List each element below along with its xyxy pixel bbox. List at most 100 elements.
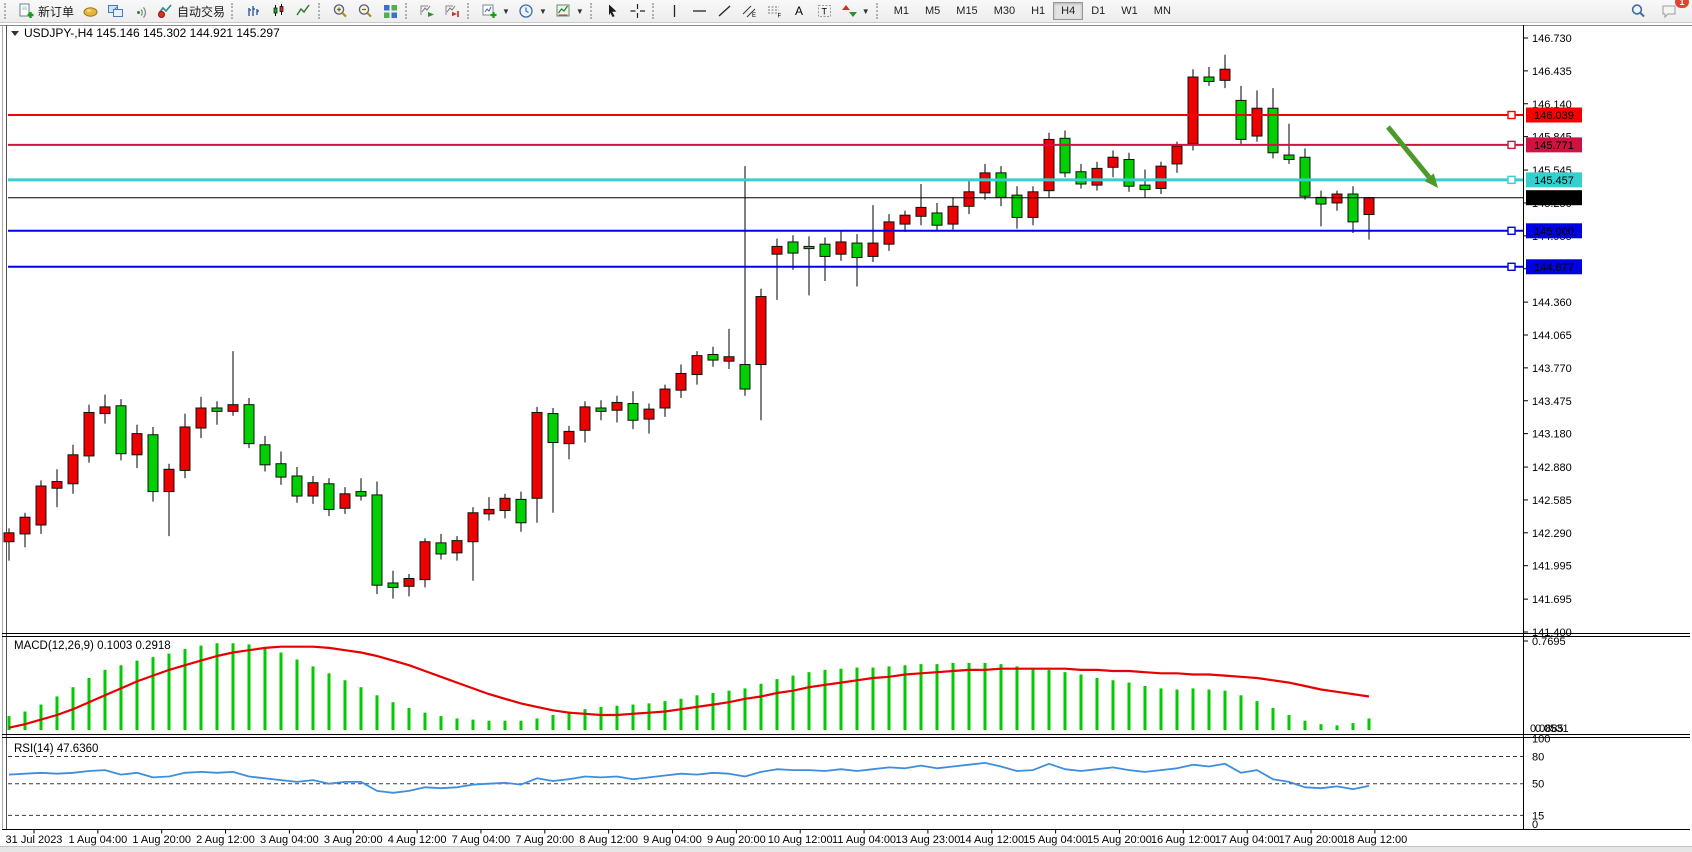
candle-up <box>20 517 30 534</box>
equidistant-channel-button[interactable]: E <box>737 1 762 21</box>
time-tick-label: 13 Aug 23:00 <box>895 834 960 846</box>
templates-button[interactable]: ▼ <box>551 1 588 21</box>
chart-shift-button[interactable] <box>440 1 465 21</box>
zoom-in-button[interactable] <box>328 1 353 21</box>
candle-down <box>1076 172 1086 184</box>
time-tick-label: 31 Jul 2023 <box>6 834 63 846</box>
candle-down <box>148 435 158 492</box>
line-handle[interactable] <box>1508 227 1515 234</box>
signal-icon <box>132 3 149 19</box>
candle-down <box>788 242 798 253</box>
candle-up <box>1220 69 1230 80</box>
vertical-line-button[interactable] <box>662 1 687 21</box>
cursor-button[interactable] <box>600 1 625 21</box>
horizontal-line-button[interactable] <box>687 1 712 21</box>
svg-text:145.457: 145.457 <box>1534 175 1574 187</box>
candle-down <box>372 495 382 585</box>
signal-button[interactable] <box>128 1 153 21</box>
fibonacci-button[interactable]: F <box>762 1 787 21</box>
zoom-in-icon <box>332 3 349 19</box>
candle-up <box>1108 157 1118 167</box>
line-handle[interactable] <box>1508 176 1515 183</box>
symbol-header[interactable]: USDJPY-,H4 145.146 145.302 144.921 145.2… <box>11 26 280 40</box>
text-label-icon: T <box>816 3 833 19</box>
timeframe-m1-button[interactable]: M1 <box>886 2 917 20</box>
periods-button[interactable]: ▼ <box>514 1 551 21</box>
candle-up <box>308 483 318 496</box>
candle-down <box>356 492 366 496</box>
text-button[interactable]: A <box>787 1 812 21</box>
candle-down <box>1204 77 1214 81</box>
svg-text:145.000: 145.000 <box>1534 226 1574 238</box>
time-tick-label: 2 Aug 12:00 <box>196 834 255 846</box>
zoom-out-button[interactable] <box>353 1 378 21</box>
search-button[interactable] <box>1626 1 1651 21</box>
candle-up <box>532 412 542 498</box>
candle-up <box>1092 168 1102 185</box>
chevron-down-icon: ▼ <box>539 7 547 16</box>
candle-down <box>1060 138 1070 173</box>
candle-up <box>612 402 622 410</box>
candle-down <box>996 173 1006 198</box>
rsi-label: RSI(14) 47.6360 <box>14 743 98 755</box>
bar-chart-button[interactable] <box>241 1 266 21</box>
time-tick-label: 3 Aug 20:00 <box>324 834 383 846</box>
line-chart-button[interactable] <box>291 1 316 21</box>
candle-up <box>100 407 110 414</box>
price-badge-145.771: 145.771 <box>1526 137 1582 152</box>
line-handle[interactable] <box>1508 263 1515 270</box>
arrows-button[interactable]: ▼ <box>837 1 874 21</box>
timeframe-d1-button[interactable]: D1 <box>1083 2 1113 20</box>
new-order-icon <box>18 3 35 19</box>
equidistant-channel-icon: E <box>741 3 758 19</box>
tile-windows-icon <box>382 3 399 19</box>
candle-down <box>1348 194 1358 222</box>
timeframe-m15-button[interactable]: M15 <box>948 2 985 20</box>
candle-up <box>580 407 590 430</box>
price-tick-label: 144.360 <box>1532 297 1572 309</box>
candle-down <box>596 408 606 411</box>
new-chart-button[interactable]: ▼ <box>477 1 514 21</box>
tile-windows-button[interactable] <box>378 1 403 21</box>
new-chart-icon <box>481 3 498 19</box>
line-handle[interactable] <box>1508 112 1515 119</box>
terminal-screens-button[interactable] <box>103 1 128 21</box>
new-order-button[interactable]: 新订单 <box>14 1 78 21</box>
auto-trading-button[interactable]: 自动交易 <box>153 1 229 21</box>
price-tick-label: 143.180 <box>1532 429 1572 441</box>
timeframe-m5-button[interactable]: M5 <box>917 2 948 20</box>
price-tick-label: 146.730 <box>1532 33 1572 45</box>
trendline-icon <box>716 3 733 19</box>
timeframe-h1-button[interactable]: H1 <box>1023 2 1053 20</box>
candle-up <box>4 533 14 542</box>
candle-down <box>1124 159 1134 186</box>
crosshair-button[interactable] <box>625 1 650 21</box>
arrows-icon <box>841 3 858 19</box>
svg-text:145.297: 145.297 <box>1534 193 1574 205</box>
price-badge-145.297: 145.297 <box>1526 190 1582 205</box>
svg-text:A: A <box>795 4 803 18</box>
auto-scroll-button[interactable] <box>415 1 440 21</box>
candle-up <box>1332 194 1342 203</box>
timeframe-mn-button[interactable]: MN <box>1146 2 1179 20</box>
toolbar-gripper <box>652 3 659 19</box>
line-handle[interactable] <box>1508 141 1515 148</box>
candle-down <box>820 244 830 256</box>
candle-down <box>708 355 718 361</box>
time-tick-label: 1 Aug 20:00 <box>132 834 191 846</box>
text-label-button[interactable]: T <box>812 1 837 21</box>
toolbar-gripper <box>590 3 597 19</box>
candlestick-button[interactable] <box>266 1 291 21</box>
price-tick-label: 141.995 <box>1532 561 1572 573</box>
candle-up <box>196 408 206 428</box>
candle-down <box>852 243 862 257</box>
timeframe-h4-button[interactable]: H4 <box>1053 2 1083 20</box>
trendline-button[interactable] <box>712 1 737 21</box>
search-icon <box>1630 3 1647 19</box>
timeframe-m30-button[interactable]: M30 <box>986 2 1023 20</box>
timeframe-w1-button[interactable]: W1 <box>1113 2 1146 20</box>
symbol-ohlc-label: USDJPY-,H4 145.146 145.302 144.921 145.2… <box>24 26 280 40</box>
chevron-down-icon: ▼ <box>502 7 510 16</box>
candle-up <box>980 173 990 193</box>
gold-ingot-button[interactable] <box>78 1 103 21</box>
